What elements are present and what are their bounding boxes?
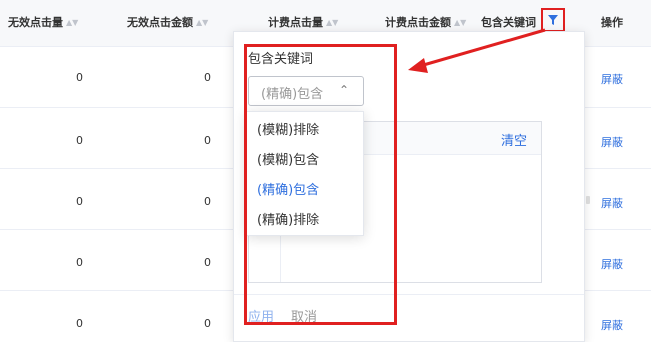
header-label: 计费点击量 [268,16,323,29]
sort-caret-icon[interactable]: ▲▼ [66,0,78,46]
cell-invalid-click-amount: 0 [204,317,211,330]
block-button[interactable]: 屏蔽 [601,71,623,87]
cell-invalid-click-amount: 0 [204,256,211,269]
cell-invalid-clicks: 0 [76,134,83,147]
header-label: 无效点击金额 [127,16,193,29]
header-label: 无效点击量 [8,16,63,29]
cell-invalid-click-amount: 0 [204,71,211,84]
apply-button[interactable]: 应用 [248,306,274,325]
cell-invalid-click-amount: 0 [204,195,211,208]
sort-caret-icon[interactable]: ▲▼ [196,0,208,46]
select-value: (精确)包含 [261,87,324,102]
filter-panel-title: 包含关键词 [248,52,314,67]
option-fuzzy-exclude[interactable]: (模糊)排除 [257,119,319,138]
match-type-select[interactable]: (精确)包含 ⌃ [248,76,364,106]
option-exact-include[interactable]: (精确)包含 [257,179,319,198]
option-fuzzy-include[interactable]: (模糊)包含 [257,149,319,168]
redacted-text [586,196,590,204]
block-button[interactable]: 屏蔽 [601,317,623,333]
cell-invalid-clicks: 0 [76,195,83,208]
block-button[interactable]: 屏蔽 [601,134,623,150]
cancel-button[interactable]: 取消 [291,306,317,325]
block-button[interactable]: 屏蔽 [601,256,623,272]
header-label: 包含关键词 [481,16,536,29]
header-label: 计费点击金额 [385,16,451,29]
header-invalid-clicks[interactable]: 无效点击量 ▲▼ [8,0,78,46]
filter-funnel-icon [548,15,558,25]
clear-button[interactable]: 清空 [501,130,527,149]
cell-invalid-clicks: 0 [76,71,83,84]
chevron-up-icon: ⌃ [338,83,349,97]
cell-invalid-clicks: 0 [76,317,83,330]
cell-invalid-clicks: 0 [76,256,83,269]
header-label: 操作 [601,16,623,29]
option-exact-exclude[interactable]: (精确)排除 [257,209,319,228]
match-type-dropdown: (模糊)排除 (模糊)包含 (精确)包含 (精确)排除 [246,111,364,236]
filter-button[interactable] [541,8,565,32]
block-button[interactable]: 屏蔽 [601,195,623,211]
header-actions: 操作 [601,0,623,46]
header-invalid-click-amount[interactable]: 无效点击金额 ▲▼ [127,0,208,46]
footer-divider [234,294,584,295]
cell-invalid-click-amount: 0 [204,134,211,147]
